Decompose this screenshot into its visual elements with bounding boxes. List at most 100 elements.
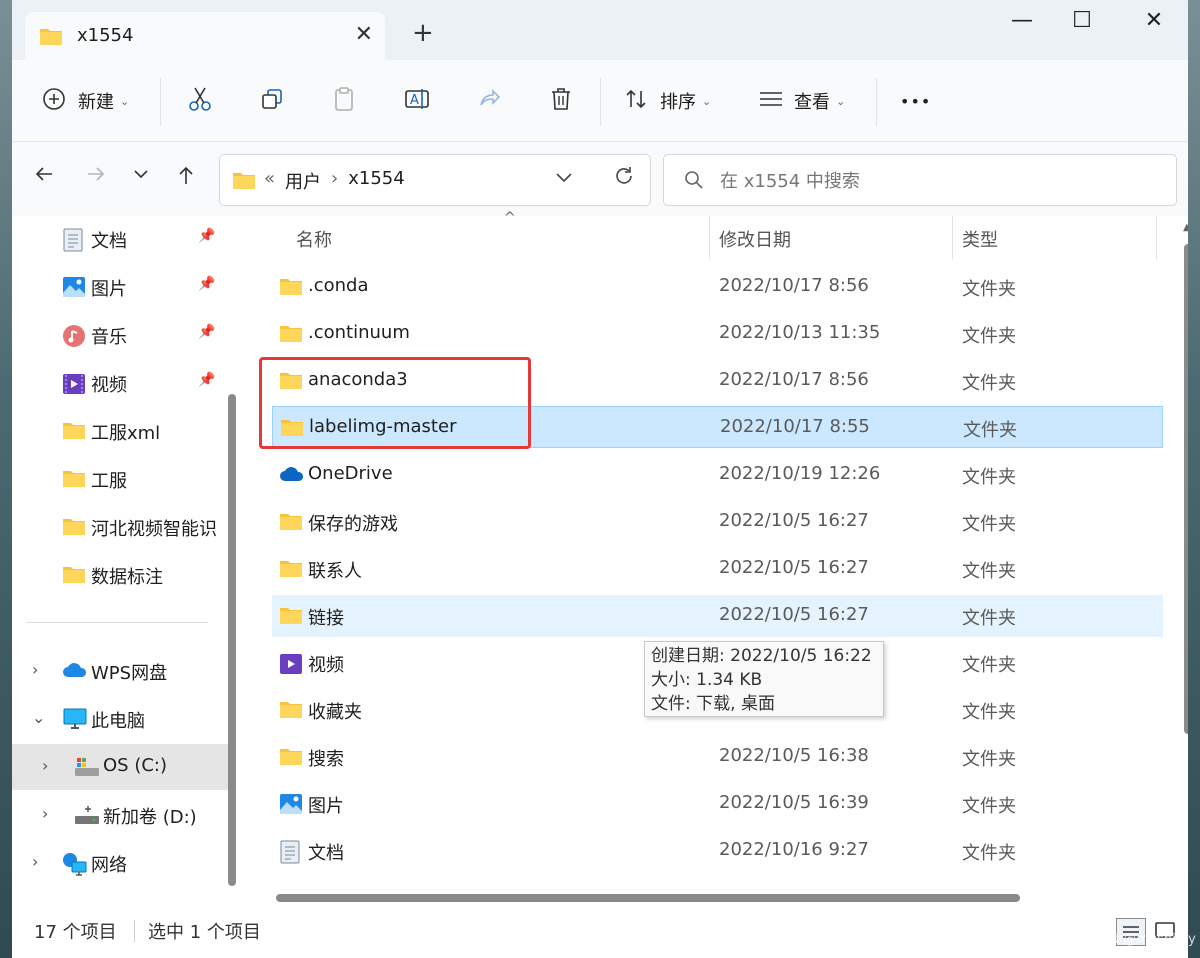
back-arrow-icon[interactable] xyxy=(34,164,54,190)
file-row[interactable]: 保存的游戏 2022/10/5 16:27 文件夹 xyxy=(272,501,1163,543)
chevron-right-icon[interactable]: › xyxy=(42,756,48,775)
column-header-date[interactable]: 修改日期 xyxy=(719,226,791,270)
breadcrumb-x1554[interactable]: x1554 xyxy=(348,168,404,194)
sidebar-item-pictures[interactable]: 图片 📌 xyxy=(12,264,230,310)
new-tab-button[interactable]: + xyxy=(412,20,434,46)
file-row[interactable]: .continuum 2022/10/13 11:35 文件夹 xyxy=(272,313,1163,355)
file-row[interactable]: OneDrive 2022/10/19 12:26 文件夹 xyxy=(272,454,1163,496)
file-row[interactable]: 搜索 2022/10/5 16:38 文件夹 xyxy=(272,736,1163,778)
chevron-right-icon[interactable]: › xyxy=(32,852,38,871)
trash-icon xyxy=(549,86,573,117)
file-type: 文件夹 xyxy=(962,796,1016,817)
tab-x1554[interactable]: x1554 ✕ xyxy=(25,12,385,60)
sidebar-item-wps-cloud[interactable]: › WPS网盘 xyxy=(12,648,230,694)
scissors-icon xyxy=(188,86,212,117)
share-icon xyxy=(477,87,501,116)
minimize-button[interactable]: — xyxy=(992,8,1052,40)
sort-ascending-icon: ^ xyxy=(504,210,516,226)
folder-icon xyxy=(232,170,256,195)
sidebar-item-data-annotation[interactable]: 数据标注 xyxy=(12,552,230,598)
sort-button[interactable]: 排序 ⌄ xyxy=(624,82,711,120)
file-explorer-window: x1554 ✕ + — ☐ ✕ 新建 ⌄ A 排序 ⌄ 查看 ⌄ ••• « 用… xyxy=(12,0,1188,958)
file-name: .continuum xyxy=(308,322,410,343)
file-type: 文件夹 xyxy=(962,843,1016,864)
file-row-selected[interactable]: labelimg-master 2022/10/17 8:55 文件夹 xyxy=(272,406,1163,448)
horizontal-scrollbar[interactable] xyxy=(276,894,1020,902)
sidebar-item-gongfu[interactable]: 工服 xyxy=(12,456,230,502)
file-row[interactable]: anaconda3 2022/10/17 8:56 文件夹 xyxy=(272,360,1163,402)
search-input[interactable] xyxy=(720,167,1150,195)
file-name: 收藏夹 xyxy=(308,702,362,723)
more-options-button[interactable]: ••• xyxy=(900,82,931,120)
breadcrumb: « 用户 › x1554 xyxy=(264,168,405,194)
maximize-button[interactable]: ☐ xyxy=(1052,8,1112,40)
search-box[interactable] xyxy=(663,154,1177,206)
column-divider[interactable] xyxy=(709,216,710,260)
delete-button[interactable] xyxy=(549,82,573,120)
column-header-name[interactable]: 名称 xyxy=(296,226,332,270)
file-row-hovered[interactable]: 链接 2022/10/5 16:27 文件夹 xyxy=(272,595,1163,637)
sidebar-item-drive-d[interactable]: › 新加卷 (D:) xyxy=(12,792,230,838)
column-divider[interactable] xyxy=(1156,216,1157,260)
up-arrow-icon[interactable] xyxy=(176,164,196,192)
chevron-right-icon[interactable]: › xyxy=(32,660,38,679)
scroll-up-arrow-icon[interactable]: ▲ xyxy=(1183,222,1188,233)
copy-button[interactable] xyxy=(260,82,284,120)
file-date: 2022/10/5 16:27 xyxy=(719,604,869,625)
sidebar-scrollbar[interactable] xyxy=(228,394,236,886)
close-tab-icon[interactable]: ✕ xyxy=(355,22,373,47)
file-row[interactable]: 文档 2022/10/16 9:27 文件夹 xyxy=(272,830,1163,872)
sidebar-item-this-pc[interactable]: ⌄ 此电脑 xyxy=(12,696,230,742)
file-type: 文件夹 xyxy=(962,373,1016,394)
close-window-button[interactable]: ✕ xyxy=(1124,8,1184,40)
file-row[interactable]: 联系人 2022/10/5 16:27 文件夹 xyxy=(272,548,1163,590)
sidebar-item-hebei-video[interactable]: 河北视频智能识 xyxy=(12,504,230,550)
address-bar[interactable]: « 用户 › x1554 xyxy=(219,154,651,206)
paste-button[interactable] xyxy=(332,82,356,120)
chevron-down-icon[interactable]: ⌄ xyxy=(32,708,45,727)
file-row[interactable]: 图片 2022/10/5 16:39 文件夹 xyxy=(272,783,1163,825)
navigation-bar: « 用户 › x1554 xyxy=(12,142,1188,216)
toolbar-divider xyxy=(160,78,161,126)
recent-locations-chevron-icon[interactable] xyxy=(132,164,150,190)
sidebar-item-network[interactable]: › 网络 xyxy=(12,840,230,886)
sort-label: 排序 xyxy=(660,92,696,113)
sidebar-item-music[interactable]: 音乐 📌 xyxy=(12,312,230,358)
file-date: 2022/10/17 8:56 xyxy=(719,275,869,296)
cut-button[interactable] xyxy=(188,82,212,120)
pin-icon: 📌 xyxy=(198,324,216,340)
column-header-type[interactable]: 类型 xyxy=(962,226,998,270)
plus-circle-icon xyxy=(42,87,66,116)
folder-icon xyxy=(279,558,303,583)
sidebar-item-documents[interactable]: 文档 📌 xyxy=(12,216,230,262)
refresh-icon[interactable] xyxy=(613,165,635,193)
toolbar-divider xyxy=(876,78,877,126)
chevron-right-icon[interactable]: › xyxy=(42,804,48,823)
sidebar-item-label: 河北视频智能识 xyxy=(91,519,217,540)
computer-icon xyxy=(62,708,87,730)
tooltip-size: 大小: 1.34 KB xyxy=(651,670,763,690)
file-date: 2022/10/19 12:26 xyxy=(719,463,881,484)
share-button[interactable] xyxy=(477,82,501,120)
column-divider[interactable] xyxy=(952,216,953,260)
folder-icon xyxy=(279,699,303,724)
folder-icon xyxy=(62,420,86,442)
vertical-scrollbar[interactable] xyxy=(1184,244,1188,734)
breadcrumb-separator[interactable]: › xyxy=(331,168,338,194)
sidebar-item-label: 新加卷 (D:) xyxy=(103,807,197,828)
forward-arrow-icon[interactable] xyxy=(86,164,106,190)
file-date: 2022/10/5 16:38 xyxy=(719,745,869,766)
file-row[interactable]: .conda 2022/10/17 8:56 文件夹 xyxy=(272,266,1163,308)
address-history-chevron-icon[interactable] xyxy=(554,167,574,192)
sidebar-item-gongfu-xml[interactable]: 工服xml xyxy=(12,408,230,454)
sidebar-item-videos[interactable]: 视频 📌 xyxy=(12,360,230,406)
rename-button[interactable]: A xyxy=(404,82,430,120)
sidebar-item-drive-c[interactable]: › OS (C:) xyxy=(12,744,230,790)
file-name: 图片 xyxy=(308,796,344,817)
breadcrumb-users[interactable]: 用户 xyxy=(285,168,321,194)
view-button[interactable]: 查看 ⌄ xyxy=(758,82,845,120)
file-type: 文件夹 xyxy=(962,514,1016,535)
breadcrumb-overflow[interactable]: « xyxy=(264,168,275,194)
new-button[interactable]: 新建 ⌄ xyxy=(42,82,129,120)
pin-icon: 📌 xyxy=(198,228,216,244)
